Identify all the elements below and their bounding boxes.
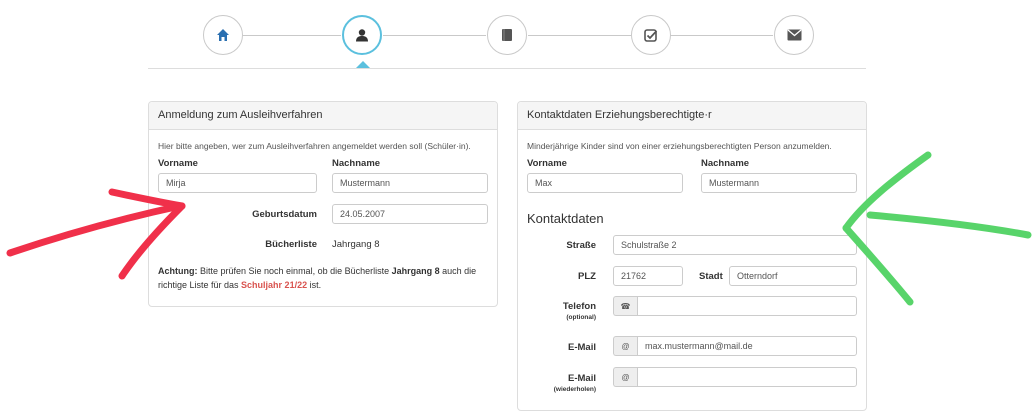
green-arrow-annotation — [842, 151, 1032, 306]
stadt-label: Stadt — [699, 271, 723, 282]
user-icon — [355, 28, 369, 42]
notice-part: auch die — [439, 266, 477, 276]
notice-schuljahr: Schuljahr 21/22 — [241, 280, 308, 290]
email-repeat-label: E-Mail (wiederholen) — [527, 373, 596, 393]
guardian-vorname-input[interactable] — [527, 173, 683, 193]
email-repeat-input[interactable] — [637, 367, 857, 387]
guardian-vorname-label: Vorname — [527, 158, 567, 169]
step-check[interactable] — [631, 15, 671, 55]
notice-jahrgang: Jahrgang 8 — [391, 266, 440, 276]
notice-part: richtige Liste für das — [158, 280, 242, 290]
email-repeat-note: (wiederholen) — [553, 386, 596, 393]
geburtsdatum-label: Geburtsdatum — [252, 209, 317, 220]
plz-label: PLZ — [578, 271, 596, 282]
envelope-icon — [787, 29, 802, 41]
nachname-input[interactable] — [332, 173, 488, 193]
section-title-kontaktdaten: Kontaktdaten — [527, 211, 604, 226]
telefon-optional-note: (optional) — [566, 314, 596, 321]
vorname-input[interactable] — [158, 173, 317, 193]
plz-input[interactable] — [613, 266, 683, 286]
panel-hint: Hier bitte angeben, wer zum Ausleihverfa… — [158, 141, 471, 151]
strasse-input[interactable] — [613, 235, 857, 255]
step-home[interactable] — [203, 15, 243, 55]
telefon-label: Telefon (optional) — [527, 301, 596, 321]
panel-title: Kontaktdaten Erziehungsberechtigte·r — [518, 102, 866, 130]
at-icon: @ — [613, 367, 637, 387]
notice-part: Bitte prüfen Sie noch einmal, ob die Büc… — [197, 266, 392, 276]
home-icon — [216, 28, 230, 42]
buecherliste-value: Jahrgang 8 — [332, 239, 380, 250]
phone-icon: ☎ — [613, 296, 637, 316]
geburtsdatum-input[interactable] — [332, 204, 488, 224]
notice-part: ist. — [307, 280, 322, 290]
notice-text: Achtung: Bitte prüfen Sie noch einmal, o… — [158, 264, 488, 292]
wizard-baseline — [148, 68, 866, 69]
panel-hint: Minderjährige Kinder sind von einer erzi… — [527, 141, 832, 151]
wizard-steps — [148, 0, 866, 70]
step-books[interactable] — [487, 15, 527, 55]
stadt-input[interactable] — [729, 266, 857, 286]
email-repeat-label-text: E-Mail — [568, 373, 596, 384]
step-connector — [670, 35, 773, 36]
email-input[interactable] — [637, 336, 857, 356]
step-connector — [528, 35, 631, 36]
step-contact[interactable] — [774, 15, 814, 55]
guardian-nachname-input[interactable] — [701, 173, 857, 193]
nachname-label: Nachname — [332, 158, 381, 169]
telefon-label-text: Telefon — [562, 301, 596, 312]
panel-title: Anmeldung zum Ausleihverfahren — [149, 102, 497, 130]
checkbox-icon — [644, 28, 658, 42]
step-connector — [383, 35, 486, 36]
email-label: E-Mail — [568, 342, 596, 353]
active-step-caret — [356, 61, 370, 68]
book-icon — [501, 28, 513, 42]
notice-prefix: Achtung: — [158, 266, 198, 276]
vorname-label: Vorname — [158, 158, 198, 169]
strasse-label: Straße — [566, 240, 596, 251]
step-person[interactable] — [342, 15, 382, 55]
telefon-input[interactable] — [637, 296, 857, 316]
step-connector — [243, 35, 341, 36]
buecherliste-label: Bücherliste — [265, 239, 317, 250]
at-icon: @ — [613, 336, 637, 356]
guardian-nachname-label: Nachname — [701, 158, 750, 169]
